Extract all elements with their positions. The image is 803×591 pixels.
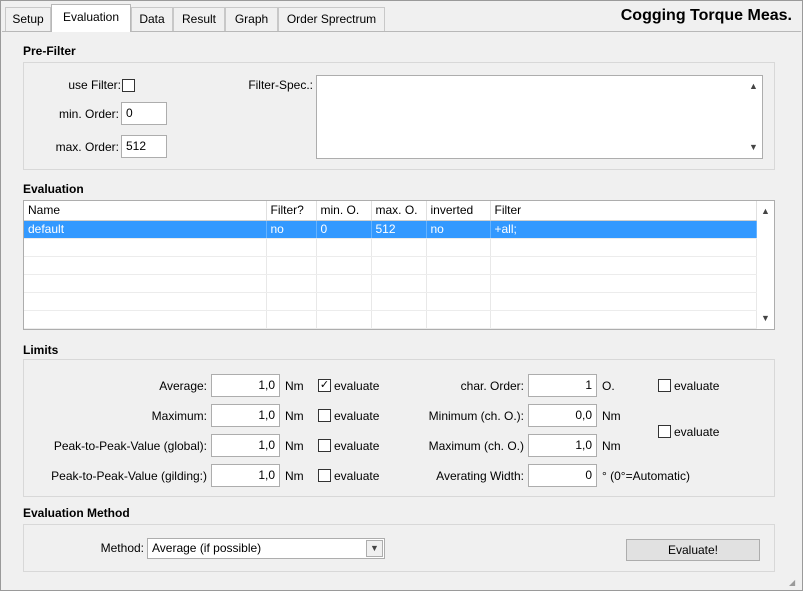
scroll-down-icon[interactable]: ▼ — [757, 310, 774, 327]
method-select-value: Average (if possible) — [152, 541, 262, 555]
maximum-label: Maximum: — [151, 409, 207, 423]
evaluation-panel: Pre-Filter use Filter: min. Order: 0 max… — [2, 31, 801, 590]
tab-evaluation[interactable]: Evaluation — [51, 4, 131, 32]
method-title: Evaluation Method — [23, 506, 130, 520]
avg-width-unit: ° (0°=Automatic) — [602, 469, 690, 483]
scroll-up-icon[interactable]: ▲ — [757, 203, 774, 220]
maximum-input[interactable]: 1,0 — [211, 404, 280, 427]
ptp-gilding-input[interactable]: 1,0 — [211, 464, 280, 487]
table-row-empty[interactable] — [24, 310, 757, 329]
column-header[interactable]: Filter? — [266, 201, 317, 221]
grid-scrollbar[interactable]: ▲ ▼ — [757, 201, 774, 329]
evaluation-table: Name Filter? min. O. max. O. inverted Fi… — [24, 201, 757, 329]
table-cell-filter-expr[interactable]: +all; — [490, 220, 757, 239]
min-ch-order-label: Minimum (ch. O.): — [428, 409, 524, 423]
table-row-empty[interactable] — [24, 292, 757, 311]
table-cell-min-o[interactable]: 0 — [316, 220, 372, 239]
char-order-input[interactable]: 1 — [528, 374, 597, 397]
tab-strip: Setup Evaluation Data Result Graph Order… — [1, 1, 802, 32]
filter-spec-label: Filter-Spec.: — [248, 78, 313, 92]
max-ch-order-unit: Nm — [602, 439, 621, 453]
evaluation-title: Evaluation — [23, 182, 84, 196]
ptp-gilding-evaluate-label: evaluate — [334, 469, 380, 483]
average-input[interactable]: 1,0 — [211, 374, 280, 397]
average-unit: Nm — [285, 379, 304, 393]
column-header[interactable]: max. O. — [371, 201, 427, 221]
average-evaluate-checkbox[interactable]: ✓ — [318, 379, 331, 392]
scroll-down-icon[interactable]: ▼ — [745, 139, 762, 156]
minmax-ch-evaluate-label: evaluate — [674, 425, 720, 439]
ptp-gilding-label: Peak-to-Peak-Value (gilding:) — [51, 469, 207, 483]
tab-graph[interactable]: Graph — [225, 7, 278, 31]
maximum-evaluate-label: evaluate — [334, 409, 380, 423]
max-ch-order-label: Maximum (ch. O.) — [428, 439, 524, 453]
app-title: Cogging Torque Meas. — [620, 7, 792, 24]
max-order-input[interactable]: 512 — [121, 135, 167, 158]
ptp-global-label: Peak-to-Peak-Value (global): — [53, 439, 207, 453]
resize-grip-icon[interactable]: ◢ — [789, 578, 799, 588]
app-window: Setup Evaluation Data Result Graph Order… — [0, 0, 803, 591]
table-cell-max-o[interactable]: 512 — [371, 220, 427, 239]
scroll-up-icon[interactable]: ▲ — [745, 78, 762, 95]
prefilter-group: use Filter: min. Order: 0 max. Order: 51… — [23, 62, 775, 170]
column-header[interactable]: min. O. — [316, 201, 372, 221]
average-evaluate-label: evaluate — [334, 379, 380, 393]
table-cell-filter[interactable]: no — [266, 220, 317, 239]
evaluation-grid[interactable]: Name Filter? min. O. max. O. inverted Fi… — [23, 200, 775, 330]
method-group: Method: Average (if possible) ▼ Evaluate… — [23, 524, 775, 572]
ptp-global-evaluate-label: evaluate — [334, 439, 380, 453]
char-order-evaluate-label: evaluate — [674, 379, 720, 393]
maximum-evaluate-checkbox[interactable] — [318, 409, 331, 422]
table-cell-name[interactable]: default — [24, 220, 267, 239]
min-ch-order-input[interactable]: 0,0 — [528, 404, 597, 427]
column-header[interactable]: inverted — [426, 201, 491, 221]
column-header[interactable]: Name — [24, 201, 267, 221]
evaluate-button[interactable]: Evaluate! — [626, 539, 760, 561]
ptp-gilding-evaluate-checkbox[interactable] — [318, 469, 331, 482]
min-order-label: min. Order: — [58, 107, 119, 121]
char-order-label: char. Order: — [460, 379, 524, 393]
min-ch-order-unit: Nm — [602, 409, 621, 423]
avg-width-input[interactable]: 0 — [528, 464, 597, 487]
table-header-row: Name Filter? min. O. max. O. inverted Fi… — [24, 201, 757, 221]
use-filter-checkbox[interactable] — [122, 79, 135, 92]
table-row-empty[interactable] — [24, 238, 757, 257]
table-row-empty[interactable] — [24, 256, 757, 275]
average-label: Average: — [159, 379, 207, 393]
table-cell-inverted[interactable]: no — [426, 220, 491, 239]
tab-order-spectrum[interactable]: Order Sprectrum — [278, 7, 385, 31]
limits-title: Limits — [23, 343, 59, 357]
prefilter-title: Pre-Filter — [23, 44, 76, 58]
filter-spec-textarea[interactable]: ▲ ▼ — [316, 75, 763, 159]
table-row-empty[interactable] — [24, 274, 757, 293]
method-label: Method: — [100, 541, 144, 555]
ptp-gilding-unit: Nm — [285, 469, 304, 483]
char-order-evaluate-checkbox[interactable] — [658, 379, 671, 392]
ptp-global-unit: Nm — [285, 439, 304, 453]
method-select[interactable]: Average (if possible) ▼ — [147, 538, 385, 559]
maximum-unit: Nm — [285, 409, 304, 423]
chevron-down-icon[interactable]: ▼ — [366, 540, 383, 557]
limits-group: Average: 1,0 Nm ✓ evaluate Maximum: 1,0 … — [23, 359, 775, 497]
max-ch-order-input[interactable]: 1,0 — [528, 434, 597, 457]
ptp-global-evaluate-checkbox[interactable] — [318, 439, 331, 452]
tab-data[interactable]: Data — [131, 7, 173, 31]
max-order-label: max. Order: — [55, 140, 119, 154]
ptp-global-input[interactable]: 1,0 — [211, 434, 280, 457]
tab-result[interactable]: Result — [173, 7, 225, 31]
min-order-input[interactable]: 0 — [121, 102, 167, 125]
filter-spec-scrollbar[interactable]: ▲ ▼ — [745, 76, 762, 158]
column-header[interactable]: Filter — [490, 201, 757, 221]
minmax-ch-evaluate-checkbox[interactable] — [658, 425, 671, 438]
char-order-unit: O. — [602, 379, 615, 393]
avg-width-label: Averating Width: — [436, 469, 524, 483]
use-filter-label: use Filter: — [68, 78, 121, 92]
tab-setup[interactable]: Setup — [5, 7, 51, 31]
table-row[interactable]: default no 0 512 no +all; — [24, 220, 757, 239]
